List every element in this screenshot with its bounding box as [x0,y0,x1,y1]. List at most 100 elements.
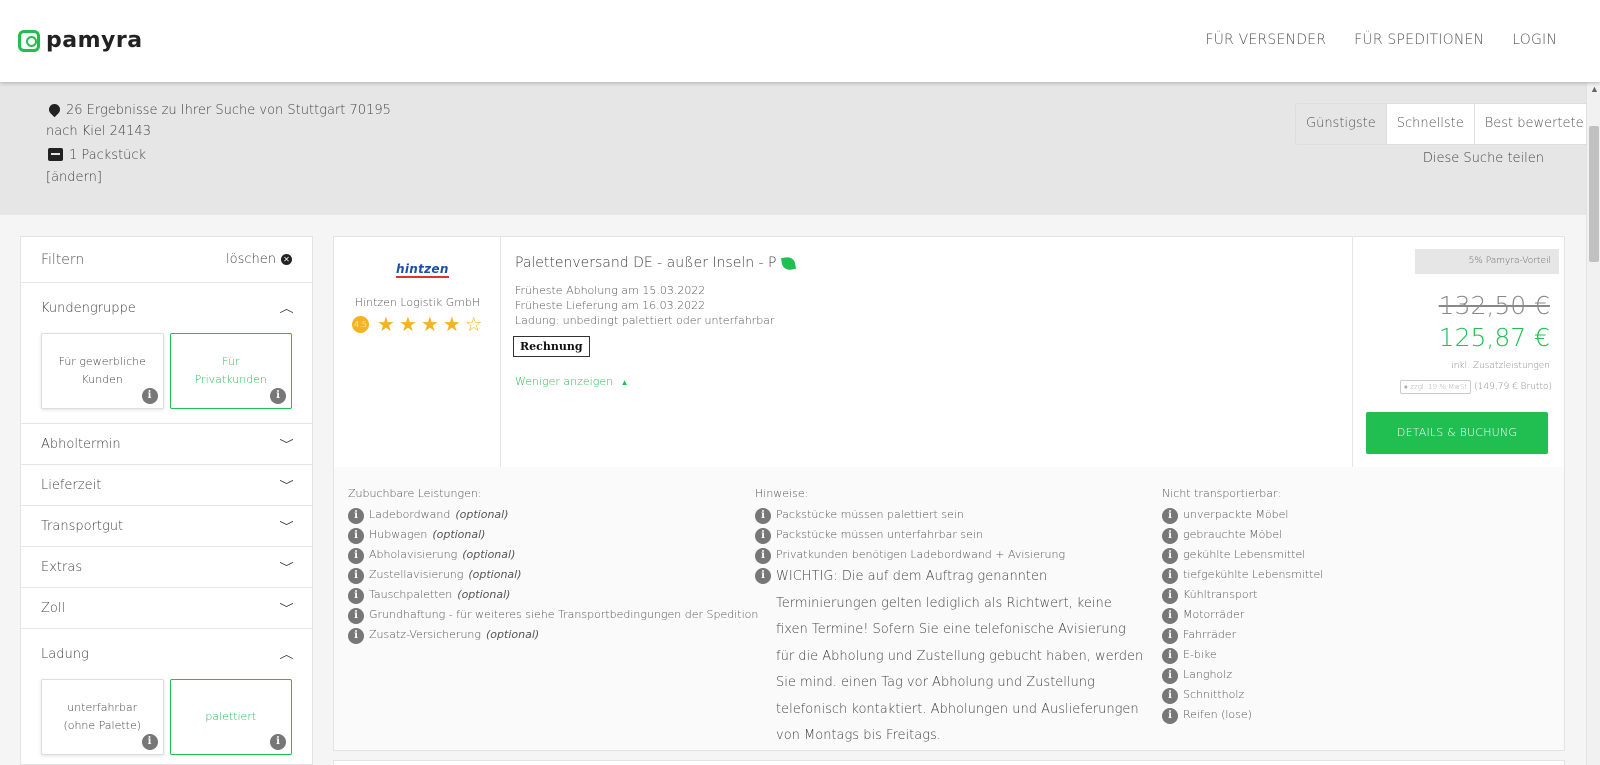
note-item: i Privatkunden benötigen Ladebordwand + A… [755,548,1146,564]
info-icon[interactable]: i [348,608,364,624]
star-filled-icon: ★ [377,312,395,336]
info-icon[interactable]: i [1162,608,1178,624]
carrier-info: hintzen Hintzen Logistik GmbH 4.5 ★ ★ ★ … [334,237,501,467]
excluded-item: i Langholz [1162,668,1323,684]
show-less-toggle[interactable]: Weniger anzeigen ▲ [515,375,629,388]
info-icon[interactable]: i [1162,588,1178,604]
sort-best-rated[interactable]: Best bewertete [1475,104,1594,144]
share-search-link[interactable]: Diese Suche teilen [1423,151,1544,166]
scroll-up-icon[interactable]: ▲ [1590,84,1599,95]
info-icon[interactable]: i [1162,708,1178,724]
price-note: inkl. Zusatzleistungen [1451,361,1550,371]
details-booking-button[interactable]: DETAILS & BUCHUNG [1366,412,1548,454]
price-panel: 5% Pamyra-Vorteil 132,50 € 125,87 € inkl… [1352,237,1564,467]
services-heading: Zubuchbare Leistungen: [348,487,482,500]
package-line: 1 Packstück [48,148,146,163]
rating-badge: 4.5 [352,315,369,333]
offer-details: Palettenversand DE - außer Inseln - P Fr… [501,237,1352,467]
section-pickup-date[interactable]: Abholtermin ﹀ [21,424,312,465]
option-label: Für Privatkunden [194,355,267,386]
close-circle-icon: ✕ [281,254,292,265]
change-search-link[interactable]: [ändern] [46,170,102,185]
info-icon[interactable]: i [270,388,286,404]
info-icon[interactable]: i [755,568,771,584]
option-unpalletized[interactable]: unterfahrbar (ohne Palette) i [41,679,164,755]
note-item: i Packstücke müssen palettiert sein [755,508,1146,524]
load-requirement: Ladung: unbedingt palettiert oder unterf… [515,314,775,327]
pamyra-logo[interactable]: pamyra [18,28,143,53]
service-item: i Tauschpaletten (optional) [348,588,758,604]
destination-line: nach Kiel 24143 [46,124,151,139]
offer-title: Palettenversand DE - außer Inseln - P [515,255,797,271]
option-business-customers[interactable]: Für gewerbliche Kunden i [41,333,164,409]
section-goods[interactable]: Transportgut ﹀ [21,506,312,547]
info-icon[interactable]: i [141,388,158,404]
offer-expanded-details: Zubuchbare Leistungen: i Ladebordwand (opt… [334,467,1564,750]
carrier-rating[interactable]: 4.5 ★ ★ ★ ★ ☆ [352,314,483,334]
filter-panel: Filtern löschen ✕ Kundengruppe ︿ Für gew… [20,236,313,765]
sort-cheapest[interactable]: Günstigste [1296,104,1387,144]
info-icon[interactable]: i [1162,648,1178,664]
logo-text: pamyra [46,28,143,53]
chevron-up-icon: ︿ [279,302,294,315]
sort-fastest[interactable]: Schnellste [1387,104,1475,144]
nav-speditionen[interactable]: FÜR SPEDITIONEN [1354,32,1484,48]
chevron-down-icon: ﹀ [279,602,294,615]
scroll-thumb[interactable] [1589,126,1599,262]
info-icon[interactable]: i [1162,668,1178,684]
chevron-down-icon: ﹀ [279,561,294,574]
excluded-item: i Reifen (lose) [1162,708,1323,724]
excluded-item: i Motorräder [1162,608,1323,624]
section-load[interactable]: Ladung ︿ [21,629,312,679]
warning-item: i WICHTIG: Die auf dem Auftrag genannten … [755,568,1146,750]
sort-toggle: Günstigste Schnellste Best bewertete [1295,103,1595,145]
location-pin-icon [46,101,63,118]
info-icon[interactable]: i [1162,688,1178,704]
info-icon[interactable]: i [270,734,286,750]
option-palletized[interactable]: palettiert i [169,679,292,755]
info-icon[interactable]: i [348,548,364,564]
gross-text: (149,79 € Brutto) [1474,382,1552,392]
info-icon[interactable]: i [755,508,771,524]
clear-filters-button[interactable]: löschen ✕ [226,252,292,267]
gross-price: ● zzgl. 19 % MwSt (149,79 € Brutto) [1399,380,1552,394]
star-filled-icon: ★ [398,312,417,336]
info-icon[interactable]: i [1162,628,1178,644]
nav-versender[interactable]: FÜR VERSENDER [1205,32,1326,48]
info-icon[interactable]: i [1162,568,1178,584]
section-label: Zoll [41,600,66,616]
info-icon[interactable]: i [1162,508,1178,524]
option-label: Für gewerbliche Kunden [58,355,146,386]
section-label: Kundengruppe [41,300,136,316]
option-private-customers[interactable]: Für Privatkunden i [169,333,292,409]
info-icon[interactable]: i [348,568,364,584]
info-icon[interactable]: i [755,548,771,564]
excluded-item: i gekühlte Lebensmittel [1162,548,1323,564]
filter-title: Filtern [41,251,85,268]
service-item: i Zusatz-Versicherung (optional) [348,628,758,644]
excluded-item: i Fahrräder [1162,628,1323,644]
notes-column: Hinweise: i Packstücke müssen palettiert … [755,487,1146,754]
info-icon[interactable]: i [755,528,771,544]
info-icon[interactable]: i [1162,528,1178,544]
chevron-up-icon: ︿ [279,648,294,661]
section-customs[interactable]: Zoll ﹀ [21,588,312,629]
info-icon[interactable]: i [348,628,364,644]
page-scrollbar[interactable]: ▲ [1586,82,1600,765]
notes-heading: Hinweise: [755,487,809,500]
info-icon[interactable]: i [348,508,364,524]
info-small-icon: ● [1403,383,1409,391]
nav-login[interactable]: LOGIN [1512,32,1557,48]
package-icon [48,148,63,161]
section-customer-group[interactable]: Kundengruppe ︿ [21,283,312,333]
info-icon[interactable]: i [348,528,364,544]
star-empty-icon: ☆ [464,312,483,336]
old-price: 132,50 € [1438,291,1550,320]
info-icon[interactable]: i [141,734,158,750]
package-text: 1 Packstück [69,148,147,163]
section-extras[interactable]: Extras ﹀ [21,547,312,588]
section-label: Extras [41,559,83,575]
section-delivery-time[interactable]: Lieferzeit ﹀ [21,465,312,506]
info-icon[interactable]: i [348,588,364,604]
info-icon[interactable]: i [1162,548,1178,564]
